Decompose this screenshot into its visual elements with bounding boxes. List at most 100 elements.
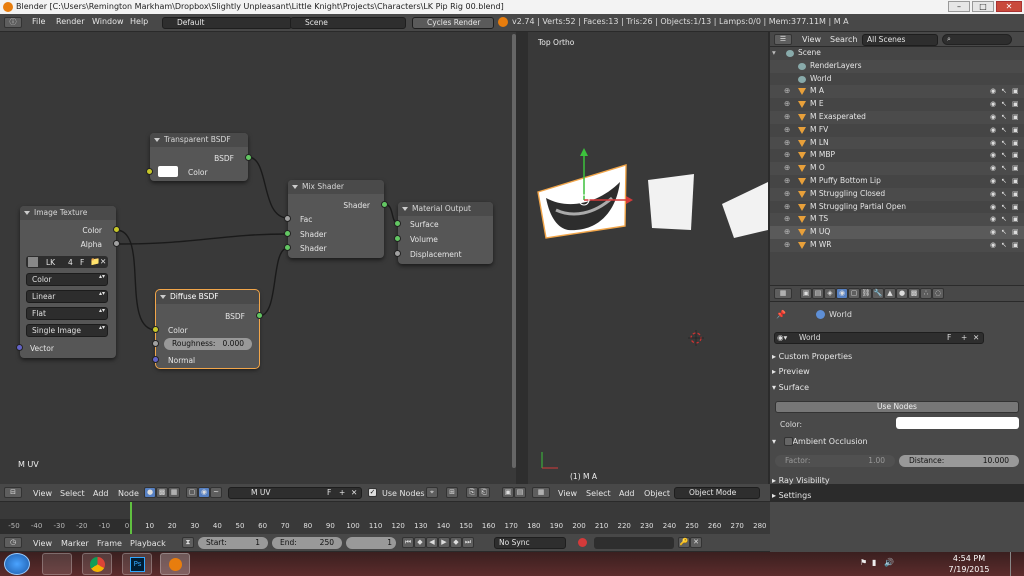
socket-bsdf-out[interactable] (245, 154, 252, 161)
outliner-item-label[interactable]: M Exasperated (810, 111, 866, 124)
render-context-icon[interactable]: ▣ (800, 288, 812, 299)
outliner-row[interactable]: ⊕ M MBP ◉ ↖ ▣ (770, 149, 1024, 163)
end-frame-field[interactable]: End: 250 (272, 537, 342, 549)
outliner-item-label[interactable]: World (810, 73, 832, 86)
socket-normal-in[interactable] (152, 356, 159, 363)
material-context-icon[interactable]: ● (896, 288, 908, 299)
expand-plus-icon[interactable]: ⊕ (784, 201, 790, 214)
compositing-nodes-icon[interactable]: ▦ (168, 487, 180, 498)
screen-layout-dropdown[interactable]: Default (162, 17, 292, 29)
add-world-icon[interactable]: + (961, 333, 967, 343)
editor-type-properties-icon[interactable]: ▦ (774, 288, 792, 299)
linestyle-shader-icon[interactable]: ~ (210, 487, 222, 498)
world-context-icon[interactable]: ◉ (836, 288, 848, 299)
snap-icon[interactable]: ⌖ (426, 487, 438, 498)
fake-user-toggle[interactable]: F (947, 333, 951, 343)
outliner-row[interactable]: ⊕ M O ◉ ↖ ▣ (770, 162, 1024, 175)
outliner-row[interactable]: World (770, 72, 1024, 86)
outliner-item-label[interactable]: M WR (810, 239, 831, 252)
outliner-search-input[interactable]: ⌕ (942, 34, 1012, 45)
sync-mode-dropdown[interactable]: No Sync (494, 537, 566, 549)
pin-icon[interactable]: 📌 (776, 310, 786, 319)
expand-plus-icon[interactable]: ⊕ (784, 98, 790, 111)
fake-user-toggle[interactable]: F (327, 488, 331, 498)
expand-plus-icon[interactable]: ⊕ (784, 149, 790, 162)
node-mix-shader[interactable]: Mix Shader Shader Fac Shader Shader (284, 180, 388, 258)
camera-icon[interactable]: ▣ (1012, 213, 1019, 226)
outliner-menu-search[interactable]: Search (830, 35, 857, 44)
expand-plus-icon[interactable]: ⊕ (784, 85, 790, 98)
node-menu-view[interactable]: View (33, 489, 52, 498)
blender-taskbar-icon[interactable] (160, 553, 190, 575)
modifiers-context-icon[interactable]: 🔧 (872, 288, 884, 299)
tray-volume-icon[interactable]: 🔊 (884, 558, 894, 567)
camera-icon[interactable]: ▣ (1012, 149, 1019, 162)
minimize-button[interactable]: – (948, 1, 970, 12)
interpolation-dropdown[interactable]: Linear (26, 290, 108, 303)
unlink-material-icon[interactable]: ✕ (351, 488, 357, 498)
socket-vector-in[interactable] (16, 344, 23, 351)
outliner[interactable]: ▾ Scene RenderLayers World ⊕ M A ◉ ↖ ▣ ⊕ M E ◉ ↖ ▣ ⊕ M … (770, 47, 1024, 285)
editor-type-timeline-icon[interactable]: ◷ (4, 537, 22, 548)
socket-roughness-in[interactable] (152, 340, 159, 347)
show-desktop-button[interactable] (1010, 552, 1024, 576)
menu-window[interactable]: Window (92, 17, 124, 26)
object-shader-icon[interactable]: ▢ (186, 487, 198, 498)
outliner-item-label[interactable]: M TS (810, 213, 828, 226)
socket-color-out[interactable] (113, 226, 120, 233)
eye-icon[interactable]: ◉ (990, 239, 996, 252)
cursor-icon[interactable]: ↖ (1001, 124, 1007, 137)
constraints-context-icon[interactable]: ⛓ (860, 288, 872, 299)
expand-plus-icon[interactable]: ⊕ (784, 188, 790, 201)
outliner-item-label[interactable]: M MBP (810, 149, 835, 162)
close-button[interactable]: ✕ (996, 1, 1022, 12)
prev-keyframe-icon[interactable]: ◆ (414, 537, 426, 548)
eye-icon[interactable]: ◉ (990, 188, 996, 201)
cursor-icon[interactable]: ↖ (1001, 111, 1007, 124)
camera-icon[interactable]: ▣ (1012, 111, 1019, 124)
expand-plus-icon[interactable]: ⊕ (784, 111, 790, 124)
socket-shader2-in[interactable] (284, 244, 291, 251)
expand-plus-icon[interactable]: ⊕ (784, 137, 790, 150)
world-shader-icon[interactable]: ◉ (198, 487, 210, 498)
outliner-item-label[interactable]: M Puffy Bottom Lip (810, 175, 881, 188)
outliner-item-label[interactable]: M A (810, 85, 824, 98)
outliner-menu-view[interactable]: View (802, 35, 821, 44)
menu-render[interactable]: Render (56, 17, 84, 26)
panel-preview[interactable]: ▸ Preview (772, 367, 1020, 376)
jump-start-icon[interactable]: ⏮ (402, 537, 414, 548)
ao-distance-field[interactable]: Distance: 10.000 (899, 455, 1019, 467)
outliner-item-label[interactable]: RenderLayers (810, 60, 862, 73)
start-frame-field[interactable]: Start: 1 (198, 537, 268, 549)
socket-displacement-in[interactable] (394, 250, 401, 257)
panel-surface[interactable]: ▾ Surface (772, 383, 1020, 392)
unlink-icon[interactable]: ✕ (100, 257, 106, 266)
tray-flag-icon[interactable]: ⚑ (860, 558, 867, 567)
ao-factor-field[interactable]: Factor: 1.00 (775, 455, 895, 467)
outliner-row[interactable]: ⊕ M Struggling Partial Open ◉ ↖ ▣ (770, 200, 1024, 214)
use-nodes-checkbox[interactable]: ✓ (368, 488, 377, 497)
outliner-row[interactable]: ⊕ M FV ◉ ↖ ▣ (770, 123, 1024, 137)
camera-icon[interactable]: ▣ (1012, 201, 1019, 214)
interaction-mode-dropdown[interactable]: Object Mode (674, 487, 760, 499)
maximize-button[interactable]: □ (972, 1, 994, 12)
cursor-icon[interactable]: ↖ (1001, 98, 1007, 111)
clock-time[interactable]: 4:54 PM (944, 554, 994, 563)
eye-icon[interactable]: ◉ (990, 85, 996, 98)
expand-plus-icon[interactable]: ⊕ (784, 213, 790, 226)
socket-color-in[interactable] (146, 168, 153, 175)
texture-nodes-icon[interactable]: ▩ (156, 487, 168, 498)
camera-icon[interactable]: ▣ (1012, 162, 1019, 175)
camera-icon[interactable]: ▣ (1012, 98, 1019, 111)
insert-keyframe-icon[interactable]: 🔑 (678, 537, 690, 548)
ao-checkbox[interactable] (784, 437, 793, 446)
color-swatch[interactable] (158, 166, 178, 177)
record-icon[interactable] (578, 538, 587, 547)
outliner-row[interactable]: RenderLayers (770, 59, 1024, 73)
outliner-item-label[interactable]: M O (810, 162, 825, 175)
layers-context-icon[interactable]: ▤ (812, 288, 824, 299)
node-menu-add[interactable]: Add (93, 489, 109, 498)
paste-nodes-icon[interactable]: ⎗ (478, 487, 490, 498)
editor-type-outliner-icon[interactable]: ☰ (774, 34, 792, 45)
next-keyframe-icon[interactable]: ◆ (450, 537, 462, 548)
